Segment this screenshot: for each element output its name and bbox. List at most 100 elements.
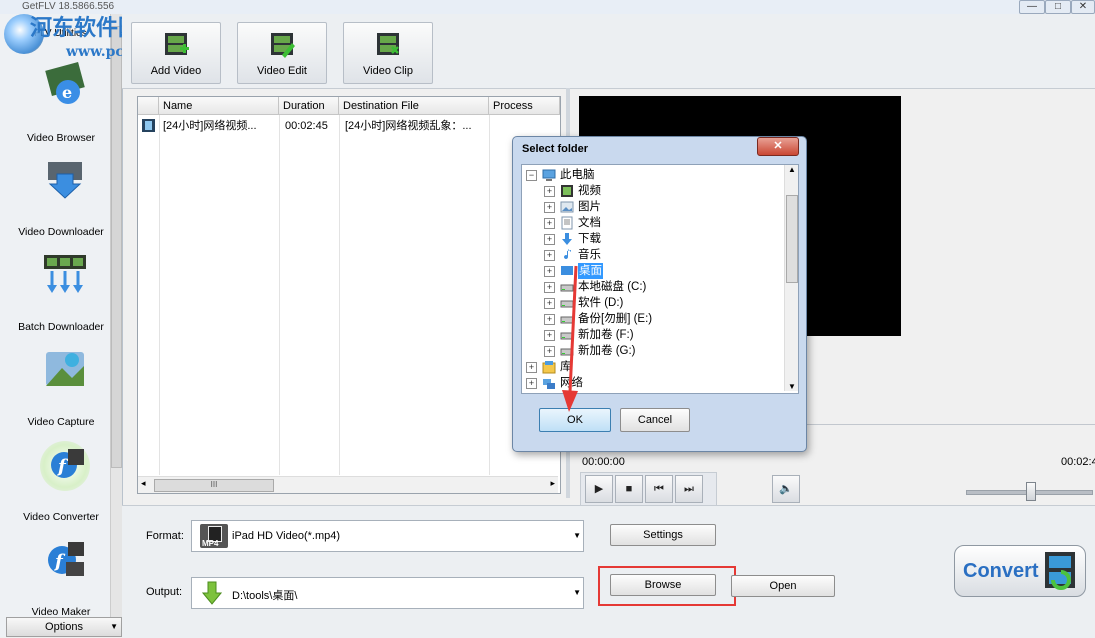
options-button[interactable]: Options ▼ xyxy=(6,617,122,637)
mp4-format-icon: MP4 xyxy=(200,524,228,548)
expand-icon[interactable]: + xyxy=(544,202,555,213)
list-scroll-thumb[interactable]: III xyxy=(154,479,274,492)
title-bar: GetFLV 18.5866.556 xyxy=(0,0,1095,15)
scroll-up-icon[interactable]: ▲ xyxy=(788,165,796,174)
chevron-down-icon[interactable]: ▼ xyxy=(573,588,581,597)
computer-icon xyxy=(542,169,556,181)
video-folder-icon xyxy=(561,185,573,197)
output-path-select[interactable]: D:\tools\桌面\ ▼ xyxy=(191,577,584,609)
collapse-icon[interactable]: − xyxy=(526,170,537,181)
expand-icon[interactable]: + xyxy=(544,266,555,277)
expand-icon[interactable]: + xyxy=(526,362,537,373)
sidebar-item-label: Video Capture xyxy=(27,416,95,428)
play-button[interactable]: ▶ xyxy=(585,475,613,503)
scroll-left-icon[interactable]: ◂ xyxy=(141,478,146,489)
video-maker-icon: f xyxy=(48,542,84,576)
sidebar-scroll-thumb[interactable] xyxy=(111,26,122,468)
format-select[interactable]: MP4 iPad HD Video(*.mp4) ▼ xyxy=(191,520,584,552)
sidebar-item-video-maker[interactable]: f Video Maker xyxy=(6,530,110,622)
expand-icon[interactable]: + xyxy=(544,186,555,197)
convert-button[interactable]: Convert xyxy=(954,545,1086,597)
tree-item-label: 图片 xyxy=(578,201,601,213)
row-destination: [24小时]网络视频乱象：... xyxy=(345,120,472,132)
time-end: 00:02:4 xyxy=(1061,456,1095,468)
sidebar-item-video-capture[interactable]: Video Capture xyxy=(6,340,110,432)
scroll-down-icon[interactable]: ▼ xyxy=(788,382,796,391)
video-clip-icon xyxy=(377,33,399,55)
tree-item-label: 新加卷 (G:) xyxy=(578,345,636,357)
expand-icon[interactable]: + xyxy=(544,218,555,229)
sidebar-item-video-downloader[interactable]: Video Downloader xyxy=(6,150,110,242)
tree-scroll-thumb[interactable] xyxy=(786,195,798,283)
minimize-button[interactable]: — xyxy=(1019,0,1045,14)
expand-icon[interactable]: + xyxy=(544,330,555,341)
expand-icon[interactable]: + xyxy=(526,378,537,389)
add-video-icon xyxy=(165,33,189,55)
batch-downloader-icon xyxy=(44,255,86,293)
column-header-destination[interactable]: Destination File xyxy=(339,97,489,115)
video-clip-label: Video Clip xyxy=(363,65,413,77)
volume-icon[interactable]: 🔈 xyxy=(772,475,800,503)
convert-film-icon xyxy=(1045,552,1075,590)
film-icon xyxy=(142,119,155,132)
music-folder-icon xyxy=(564,249,571,260)
column-header-icon xyxy=(138,97,159,115)
tree-item-label: 备份[勿删] (E:) xyxy=(578,313,653,325)
convert-label: Convert xyxy=(963,560,1039,582)
row-process xyxy=(491,117,561,135)
volume-slider-thumb[interactable] xyxy=(1026,482,1036,501)
add-video-button[interactable]: Add Video xyxy=(131,22,221,84)
tree-item-label: 视频 xyxy=(578,185,601,197)
options-label: Options xyxy=(45,621,83,633)
video-browser-icon: e xyxy=(45,62,85,104)
sidebar-item-video-browser[interactable]: e Video Browser xyxy=(6,56,110,148)
video-edit-icon xyxy=(271,33,295,58)
next-button[interactable]: ⏭ xyxy=(675,475,703,503)
close-button[interactable]: ✕ xyxy=(1071,0,1095,14)
tree-item-label: 此电脑 xyxy=(560,169,595,181)
output-label: Output: xyxy=(146,586,183,598)
stop-button[interactable]: ■ xyxy=(615,475,643,503)
browse-button[interactable]: Browse xyxy=(610,574,716,596)
dialog-close-button[interactable]: ✕ xyxy=(757,137,799,156)
library-icon xyxy=(542,361,556,374)
expand-icon[interactable]: + xyxy=(544,346,555,357)
scroll-right-icon[interactable]: ▸ xyxy=(550,478,555,489)
open-button[interactable]: Open xyxy=(731,575,835,597)
time-start: 00:00:00 xyxy=(582,456,625,468)
sidebar-item-label: Batch Downloader xyxy=(18,321,104,333)
chevron-down-icon[interactable]: ▼ xyxy=(573,531,581,540)
format-label: Format: xyxy=(146,530,184,542)
video-clip-button[interactable]: Video Clip xyxy=(343,22,433,84)
format-value: iPad HD Video(*.mp4) xyxy=(232,530,341,542)
svg-text:e: e xyxy=(62,83,72,102)
expand-icon[interactable]: + xyxy=(544,282,555,293)
column-header-name[interactable]: Name xyxy=(159,97,279,115)
column-header-duration[interactable]: Duration xyxy=(279,97,339,115)
output-path-value: D:\tools\桌面\ xyxy=(232,590,298,602)
maximize-button[interactable]: □ xyxy=(1045,0,1071,14)
download-arrow-icon xyxy=(202,581,222,605)
expand-icon[interactable]: + xyxy=(544,250,555,261)
previous-button[interactable]: ⏮ xyxy=(645,475,673,503)
expand-icon[interactable]: + xyxy=(544,314,555,325)
downloads-folder-icon xyxy=(562,233,572,245)
cancel-button[interactable]: Cancel xyxy=(620,408,690,432)
video-list[interactable]: Name Duration Destination File Process [… xyxy=(137,96,561,494)
sidebar-item-label: Video Browser xyxy=(26,132,96,144)
column-header-process[interactable]: Process xyxy=(489,97,560,115)
tree-scrollbar[interactable]: ▲ ▼ xyxy=(784,165,798,391)
expand-icon[interactable]: + xyxy=(544,298,555,309)
video-edit-button[interactable]: Video Edit xyxy=(237,22,327,84)
dialog-title: Select folder xyxy=(522,143,589,155)
tree-item-label: 下载 xyxy=(578,233,601,245)
sidebar-item-batch-downloader[interactable]: Batch Downloader xyxy=(6,245,110,337)
settings-button[interactable]: Settings xyxy=(610,524,716,546)
tree-item-label: 音乐 xyxy=(578,249,601,261)
sidebar-item-video-converter[interactable]: f Video Converter xyxy=(6,435,110,527)
list-horizontal-scrollbar[interactable]: ◂ III ▸ xyxy=(138,476,558,493)
sidebar-item-label: Video Converter xyxy=(23,511,99,523)
network-icon xyxy=(543,379,555,389)
expand-icon[interactable]: + xyxy=(544,234,555,245)
sidebar-item-label: Video Downloader xyxy=(18,226,104,238)
